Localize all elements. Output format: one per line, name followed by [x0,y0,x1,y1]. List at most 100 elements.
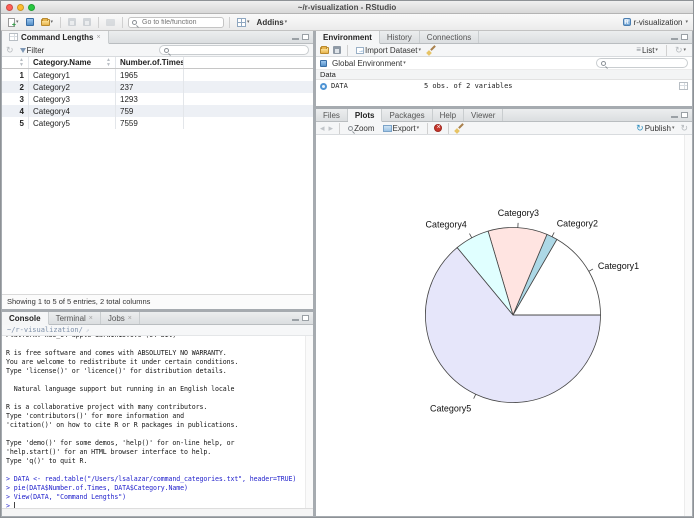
addins-button[interactable]: Addins ▾ [255,17,290,28]
tab-command-lengths[interactable]: Command Lengths × [2,31,109,44]
open-file-button[interactable]: ▾ [39,17,56,27]
next-plot-icon[interactable]: ▸ [329,123,334,133]
scope-label: Global Environment [332,58,403,68]
publish-button[interactable]: ↻ Publish ▾ [634,123,676,134]
filter-button[interactable]: Filter [18,45,47,56]
close-window-button[interactable] [6,3,13,11]
expand-icon[interactable]: ⇗ [86,327,90,334]
console-output: Platform: x86_64-apple-darwin15.6.0 (64-… [6,336,309,508]
project-menu-button[interactable]: R r-visualization ▾ [622,18,688,27]
tab-help[interactable]: Help [433,109,465,121]
save-all-icon [83,18,92,26]
window-controls [6,3,35,11]
toolbar-separator [60,16,62,28]
save-button[interactable] [66,17,78,27]
list-view-button[interactable]: ≡ List ▾ [634,45,660,56]
close-tab-icon[interactable]: × [96,34,100,41]
tab-label: Console [9,313,41,323]
panes-layout-button[interactable]: ▾ [235,17,252,28]
print-button[interactable] [104,18,117,27]
export-plot-button[interactable]: Export ▾ [381,123,422,134]
table-row[interactable]: 3 Category3 1293 [2,93,313,105]
column-header-category-name[interactable]: Category.Name ▲ ▼ [29,57,116,68]
rproject-icon: R [622,18,631,26]
pie-label-category2: Category2 [557,218,598,228]
close-tab-icon[interactable]: × [89,315,93,322]
tab-label: Help [439,110,457,120]
minimize-window-button[interactable] [17,3,24,11]
previous-plot-icon[interactable]: ◂ [320,123,325,133]
addins-label: Addins [256,17,284,27]
remove-plot-icon[interactable] [434,124,443,132]
pie-label-category3: Category3 [498,208,539,218]
import-dataset-button[interactable]: Import Dataset ▾ [354,45,423,56]
plot-vertical-scrollbar[interactable] [684,135,692,516]
column-header-number-of-times[interactable]: Number.of.Times▲▼ [116,57,184,68]
table-row[interactable]: 2 Category2 237 [2,81,313,93]
minimize-pane-button[interactable] [671,37,678,40]
save-workspace-icon[interactable] [333,46,341,54]
tab-packages[interactable]: Packages [382,109,433,121]
zoom-plot-button[interactable]: Zoom [346,123,376,134]
maximize-pane-button[interactable] [302,34,309,40]
view-data-icon[interactable] [679,82,688,90]
cell-category-name: Category5 [29,117,116,129]
zoom-label: Zoom [354,123,375,133]
save-all-button[interactable] [81,17,93,27]
refresh-icon: ↻ [674,44,683,55]
data-section-header: Data [316,70,692,80]
environment-object-row[interactable]: DATA 5 obs. of 2 variables [316,80,692,92]
goto-file-input[interactable] [128,16,225,28]
zoom-window-button[interactable] [28,3,35,11]
refresh-plots-icon[interactable]: ↻ [680,123,688,133]
tab-terminal[interactable]: Terminal × [49,312,101,324]
data-viewer-pane: Command Lengths × ↻ Filter ▲ ▼ Category.… [2,31,313,309]
pane-window-buttons [667,31,692,43]
refresh-icon[interactable]: ↻ [6,45,14,55]
scope-selector-button[interactable]: Global Environment ▾ [330,58,408,69]
toolbar-separator [665,44,667,56]
clear-plots-icon[interactable] [455,124,464,133]
tab-jobs[interactable]: Jobs × [101,312,140,324]
minimize-pane-button[interactable] [671,115,678,118]
tab-viewer[interactable]: Viewer [464,109,504,121]
new-project-button[interactable] [24,17,36,27]
close-tab-icon[interactable]: × [128,315,132,322]
refresh-environment-button[interactable]: ↻ ▾ [673,45,688,56]
table-search-input[interactable] [171,46,304,54]
tab-history[interactable]: History [380,31,420,43]
table-row[interactable]: 1 Category1 1965 [2,69,313,81]
tab-environment[interactable]: Environment [316,31,380,44]
minimize-pane-button[interactable] [292,318,299,321]
console-vertical-scrollbar[interactable] [305,336,313,508]
environment-search-input[interactable] [608,59,683,67]
table-row[interactable]: 4 Category4 759 [2,105,313,117]
cell-number-of-times: 7559 [116,117,184,129]
console-horizontal-scrollbar[interactable] [2,508,313,516]
tab-connections[interactable]: Connections [420,31,480,43]
tab-console[interactable]: Console [2,312,49,325]
open-folder-icon [40,17,50,26]
maximize-pane-button[interactable] [681,112,688,118]
export-label: Export [392,123,416,133]
console-prompt[interactable]: > [6,502,309,508]
console-line: R is free software and comes with ABSOLU… [6,349,227,357]
tab-label: Viewer [471,110,496,120]
tab-files[interactable]: Files [316,109,348,121]
plot-area: Category1 Category2 Category3 Category4 Cate… [316,135,692,516]
table-row[interactable]: 5 Category5 7559 [2,117,313,129]
minimize-pane-button[interactable] [292,37,299,40]
tab-plots[interactable]: Plots [347,109,383,122]
row-number-header[interactable]: ▲ ▼ [2,57,29,68]
clear-objects-icon[interactable] [427,46,436,55]
search-icon [164,47,169,53]
maximize-pane-button[interactable] [302,315,309,321]
toolbar-separator [98,16,100,28]
maximize-pane-button[interactable] [681,34,688,40]
toolbar-separator [427,122,429,134]
environment-toolbar: Import Dataset ▾ ≡ List ▾ ↻▾ [316,44,692,57]
load-workspace-icon[interactable] [320,45,329,54]
console-scroll-area[interactable]: Platform: x86_64-apple-darwin15.6.0 (64-… [2,336,313,508]
new-file-button[interactable]: ▾ [6,17,21,29]
